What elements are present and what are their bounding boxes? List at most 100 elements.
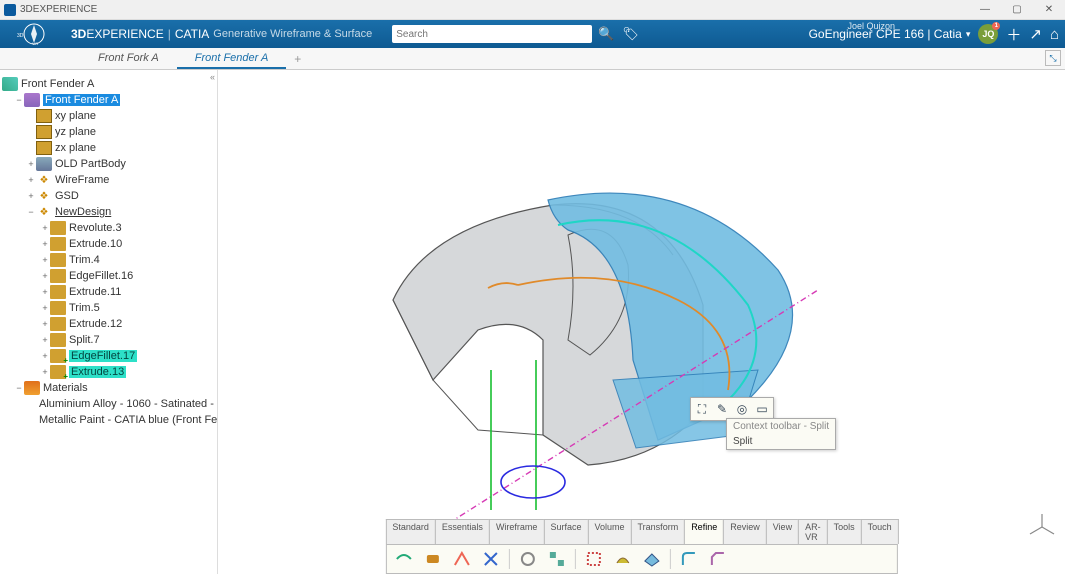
tree-collapse-icon[interactable]: « xyxy=(210,72,215,82)
compass-icon[interactable]: 3D V.R xyxy=(6,22,61,46)
multi-extract-icon[interactable] xyxy=(638,547,664,571)
join-icon[interactable] xyxy=(390,547,416,571)
tab-front-fork[interactable]: Front Fork A xyxy=(80,49,177,69)
tree-item[interactable]: Metallic Paint - CATIA blue (Front Fend xyxy=(39,414,218,426)
tree-toggle[interactable]: + xyxy=(26,191,36,201)
disassemble-icon[interactable] xyxy=(543,547,569,571)
tree-item[interactable]: zx plane xyxy=(55,142,96,154)
tab-touch[interactable]: Touch xyxy=(861,519,899,544)
tree-item[interactable]: GSD xyxy=(55,190,79,202)
collapse-panel-button[interactable]: ⤡ xyxy=(1045,50,1061,66)
hide-icon[interactable]: ▭ xyxy=(752,399,772,419)
product-label: CATIA xyxy=(175,27,209,41)
tree-toggle[interactable]: + xyxy=(40,287,50,297)
tab-tools[interactable]: Tools xyxy=(827,519,862,544)
tab-add-button[interactable]: + xyxy=(286,49,309,69)
search-input[interactable] xyxy=(396,29,588,40)
tree-item[interactable]: OLD PartBody xyxy=(55,158,126,170)
extract-icon[interactable] xyxy=(609,547,635,571)
tree-item[interactable]: xy plane xyxy=(55,110,96,122)
tab-refine[interactable]: Refine xyxy=(684,519,724,544)
tab-surface[interactable]: Surface xyxy=(543,519,588,544)
tree-item[interactable]: WireFrame xyxy=(55,174,109,186)
robot-icon[interactable]: ⛶ xyxy=(692,399,712,419)
graph-icon[interactable]: ✎ xyxy=(712,399,732,419)
boundary-icon[interactable] xyxy=(580,547,606,571)
chamfer-icon[interactable] xyxy=(704,547,730,571)
user-label: Joel Quizon xyxy=(847,21,895,31)
tree-item-part[interactable]: Front Fender A xyxy=(43,94,120,106)
tag-icon[interactable]: 🏷 xyxy=(622,26,639,42)
tree-toggle[interactable]: + xyxy=(26,175,36,185)
split-icon[interactable] xyxy=(448,547,474,571)
tree-item[interactable]: yz plane xyxy=(55,126,96,138)
untrim-icon[interactable] xyxy=(514,547,540,571)
tree-item[interactable]: EdgeFillet.16 xyxy=(69,270,133,282)
spec-tree-panel: « Front Fender A − Front Fender A xy plan… xyxy=(0,70,218,574)
brand-label: 3DEXPERIENCE xyxy=(71,27,164,41)
tree-toggle[interactable]: + xyxy=(26,159,36,169)
search-input-wrap[interactable] xyxy=(392,25,592,43)
tab-review[interactable]: Review xyxy=(723,519,767,544)
tab-wireframe[interactable]: Wireframe xyxy=(489,519,545,544)
avatar[interactable]: JQ 1 xyxy=(978,24,998,44)
close-button[interactable]: ✕ xyxy=(1037,2,1061,18)
tree-item-selected[interactable]: Extrude.13 xyxy=(69,366,126,378)
tree-item-newdesign[interactable]: NewDesign xyxy=(55,206,111,218)
tree-item[interactable]: Trim.4 xyxy=(69,254,100,266)
feature-icon xyxy=(50,269,66,283)
tab-volume[interactable]: Volume xyxy=(587,519,631,544)
tab-arvr[interactable]: AR-VR xyxy=(798,519,828,544)
feature-icon xyxy=(50,221,66,235)
svg-text:3D: 3D xyxy=(17,33,24,39)
tree-root[interactable]: Front Fender A xyxy=(21,78,94,90)
tree-item[interactable]: Revolute.3 xyxy=(69,222,122,234)
tree-toggle[interactable]: + xyxy=(40,351,50,361)
trim-icon[interactable] xyxy=(477,547,503,571)
search-icon[interactable]: 🔍 xyxy=(598,26,614,42)
maximize-button[interactable]: ▢ xyxy=(1005,2,1029,18)
tree-toggle[interactable]: + xyxy=(40,367,50,377)
tree-item[interactable]: Trim.5 xyxy=(69,302,100,314)
tree-toggle[interactable]: − xyxy=(26,207,36,217)
tree-toggle[interactable]: − xyxy=(14,383,24,393)
tree-item[interactable]: Aluminium Alloy - 1060 - Satinated - M xyxy=(39,398,218,410)
tree-toggle[interactable]: − xyxy=(14,95,24,105)
tree-item[interactable]: Extrude.10 xyxy=(69,238,122,250)
tree-item-materials[interactable]: Materials xyxy=(43,382,88,394)
tree-item[interactable]: Split.7 xyxy=(69,334,100,346)
tree-toggle[interactable]: + xyxy=(40,303,50,313)
share-icon[interactable]: ↗ xyxy=(1029,25,1042,43)
tree-toggle[interactable]: + xyxy=(40,271,50,281)
brand-separator: | xyxy=(168,27,171,41)
graphics-viewport[interactable]: ⛶ ✎ ◎ ▭ Context toolbar - Split Split St… xyxy=(218,70,1065,574)
add-icon[interactable]: ＋ xyxy=(1006,24,1021,45)
tree-item[interactable]: Extrude.12 xyxy=(69,318,122,330)
feature-icon xyxy=(50,253,66,267)
tree-item[interactable]: Extrude.11 xyxy=(69,286,121,298)
home-icon[interactable]: ⌂ xyxy=(1050,26,1059,43)
tab-view[interactable]: View xyxy=(766,519,799,544)
tree-toggle[interactable]: + xyxy=(40,239,50,249)
center-icon[interactable]: ◎ xyxy=(732,399,752,419)
action-bar-tabs: Standard Essentials Wireframe Surface Vo… xyxy=(385,519,897,544)
window-title: 3DEXPERIENCE xyxy=(20,4,973,15)
context-menu-item[interactable]: Split xyxy=(727,434,835,449)
shape-fillet-icon[interactable] xyxy=(675,547,701,571)
heal-icon[interactable] xyxy=(419,547,445,571)
window-titlebar: 3DEXPERIENCE — ▢ ✕ xyxy=(0,0,1065,20)
tab-standard[interactable]: Standard xyxy=(385,519,436,544)
tree-item-selected[interactable]: EdgeFillet.17 xyxy=(69,350,137,362)
window-controls: — ▢ ✕ xyxy=(973,2,1061,18)
tree-toggle[interactable]: + xyxy=(40,335,50,345)
tree-toggle[interactable]: + xyxy=(40,319,50,329)
minimize-button[interactable]: — xyxy=(973,2,997,18)
view-triad-icon[interactable] xyxy=(1027,512,1057,542)
tree-toggle[interactable]: + xyxy=(40,255,50,265)
tree-toggle[interactable]: + xyxy=(40,223,50,233)
tab-essentials[interactable]: Essentials xyxy=(435,519,490,544)
tab-front-fender[interactable]: Front Fender A xyxy=(177,49,287,69)
feature-icon xyxy=(50,285,66,299)
tab-transform[interactable]: Transform xyxy=(631,519,686,544)
context-caret-icon[interactable]: ▾ xyxy=(966,29,971,40)
